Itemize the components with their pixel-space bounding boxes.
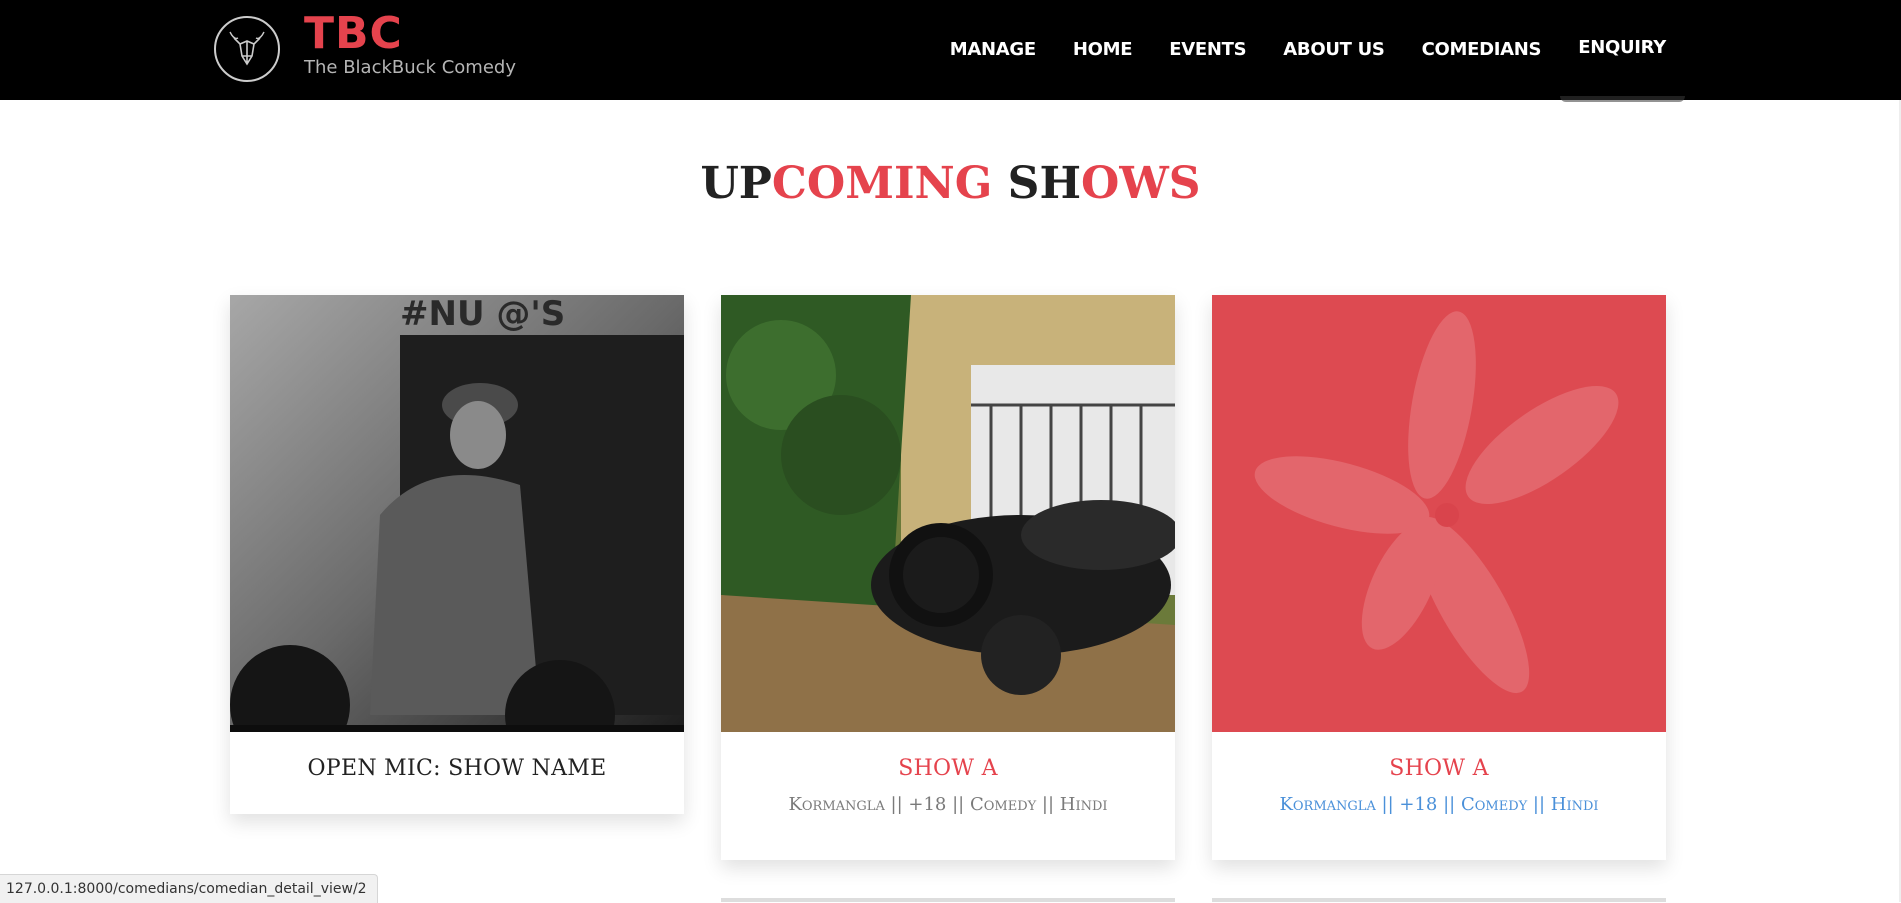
next-card-peek: [1212, 898, 1666, 902]
show-meta-link[interactable]: Kormangla || +18 || Comedy || Hindi: [1212, 792, 1666, 818]
nav-events[interactable]: EVENTS: [1169, 38, 1246, 62]
show-photo-overlay[interactable]: [1212, 295, 1666, 732]
section-heading: UPCOMING SHOWS: [0, 152, 1901, 216]
card-body: SHOW A Kormangla || +18 || Comedy || Hin…: [1212, 732, 1666, 860]
show-card[interactable]: SHOW A Kormangla || +18 || Comedy || Hin…: [1212, 295, 1666, 860]
heading-part: COMING: [771, 158, 993, 209]
show-card[interactable]: SHOW A Kormangla || +18 || Comedy || Hin…: [721, 295, 1175, 860]
nav-dropdown-edge: [1560, 96, 1685, 102]
main-nav: MANAGE HOME EVENTS ABOUT US COMEDIANS EN…: [913, 36, 1667, 62]
show-meta: Kormangla || +18 || Comedy || Hindi: [788, 794, 1108, 815]
next-card-peek: [721, 898, 1175, 902]
nav-manage[interactable]: MANAGE: [950, 38, 1036, 62]
brand-subtitle: The BlackBuck Comedy: [304, 57, 516, 78]
heading-part: OWS: [1081, 158, 1201, 209]
nav-home[interactable]: HOME: [1073, 38, 1133, 62]
show-title[interactable]: SHOW A: [721, 732, 1175, 784]
blackbuck-logo-icon[interactable]: [212, 14, 282, 84]
nav-about-us[interactable]: ABOUT US: [1283, 38, 1385, 62]
comedian-photo[interactable]: #NU @'S: [230, 295, 684, 732]
nav-enquiry[interactable]: ENQUIRY: [1578, 36, 1666, 60]
browser-status-url: 127.0.0.1:8000/comedians/comedian_detail…: [0, 874, 378, 903]
card-body: SHOW A Kormangla || +18 || Comedy || Hin…: [721, 732, 1175, 860]
nav-comedians[interactable]: COMEDIANS: [1422, 38, 1542, 62]
heading-part: SH: [992, 158, 1082, 209]
svg-text:#NU @'S: #NU @'S: [400, 295, 565, 334]
show-photo[interactable]: [721, 295, 1175, 732]
show-card[interactable]: #NU @'S OPEN MIC: SHOW NAME: [230, 295, 684, 814]
brand-title[interactable]: TBC: [304, 6, 403, 62]
show-title[interactable]: SHOW A: [1212, 732, 1666, 784]
card-body: OPEN MIC: SHOW NAME: [230, 732, 684, 814]
heading-part: UP: [700, 158, 772, 209]
show-title[interactable]: OPEN MIC: SHOW NAME: [230, 732, 684, 784]
top-navbar: TBC The BlackBuck Comedy MANAGE HOME EVE…: [0, 0, 1901, 100]
